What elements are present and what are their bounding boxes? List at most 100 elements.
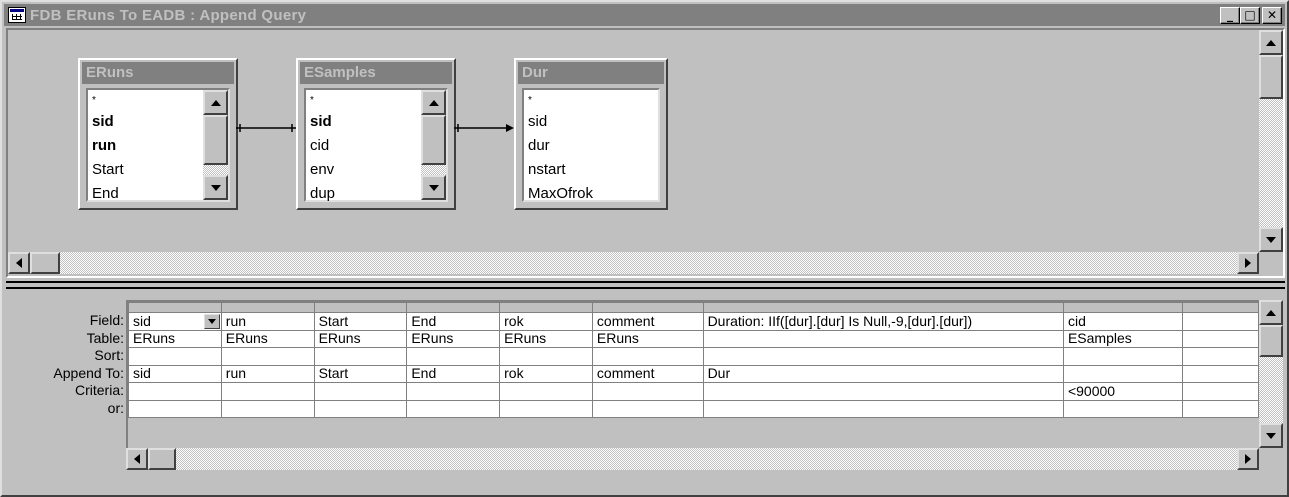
sort-cell[interactable] (1062, 347, 1183, 366)
criteria-cell[interactable] (406, 382, 501, 401)
sort-cell[interactable] (591, 347, 704, 366)
or-cell[interactable] (220, 399, 315, 418)
field-list-eruns[interactable]: ERuns * sid run Start End (78, 58, 238, 210)
append-to-cell[interactable]: rok (499, 364, 593, 383)
append-to-cell[interactable]: comment (591, 364, 704, 383)
field-cell[interactable]: Start (313, 312, 408, 331)
field-item-cid[interactable]: cid (310, 134, 335, 158)
join-line-esamples-dur[interactable] (454, 124, 518, 134)
query-window-icon[interactable] (8, 7, 26, 23)
column-selector[interactable] (591, 302, 704, 313)
field-item-sid[interactable]: sid (528, 110, 593, 134)
or-cell[interactable] (1181, 399, 1259, 418)
field-item-dup[interactable]: dup (310, 182, 335, 206)
field-item-all[interactable]: * (528, 92, 593, 110)
scroll-right-button[interactable] (1237, 448, 1259, 470)
column-selector[interactable] (499, 302, 593, 313)
table-cell[interactable] (1181, 329, 1259, 348)
sort-cell[interactable] (406, 347, 501, 366)
criteria-cell[interactable] (220, 382, 315, 401)
scroll-down-button[interactable] (203, 175, 228, 200)
scroll-up-button[interactable] (421, 90, 446, 115)
design-grid[interactable]: sid run Start End rok comment Duration: … (126, 300, 1259, 448)
scroll-thumb[interactable] (421, 115, 446, 165)
append-to-cell[interactable]: run (220, 364, 315, 383)
vertical-scrollbar[interactable] (421, 90, 446, 200)
field-cell[interactable]: cid (1062, 312, 1183, 331)
join-line-eruns-esamples[interactable] (236, 124, 298, 134)
table-cell[interactable]: ERuns (220, 329, 315, 348)
table-cell[interactable]: ERuns (313, 329, 408, 348)
append-to-cell[interactable] (1062, 364, 1183, 383)
sort-cell[interactable] (128, 347, 222, 366)
field-item-all[interactable]: * (92, 92, 124, 110)
table-pane-horizontal-scrollbar[interactable] (8, 252, 1259, 274)
table-pane-vertical-scrollbar[interactable] (1259, 30, 1283, 252)
scroll-right-button[interactable] (1237, 252, 1259, 274)
scroll-up-button[interactable] (1259, 30, 1283, 55)
field-list-title[interactable]: ESamples (300, 62, 452, 84)
field-cell[interactable]: End (406, 312, 501, 331)
scroll-up-button[interactable] (1259, 300, 1283, 325)
scroll-thumb[interactable] (30, 252, 60, 274)
field-list-title[interactable]: Dur (518, 62, 664, 84)
column-selector[interactable] (220, 302, 315, 313)
vertical-scrollbar[interactable] (203, 90, 228, 200)
scroll-down-button[interactable] (1259, 227, 1283, 252)
append-to-cell[interactable]: sid (128, 364, 222, 383)
field-cell[interactable]: rok (499, 312, 593, 331)
criteria-cell[interactable] (1181, 382, 1259, 401)
sort-cell[interactable] (313, 347, 408, 366)
table-cell[interactable]: ERuns (128, 329, 222, 348)
sort-cell[interactable] (1181, 347, 1259, 366)
or-cell[interactable] (1062, 399, 1183, 418)
field-cell[interactable]: Duration: IIf([dur].[dur] Is Null,-9,[du… (702, 312, 1064, 331)
column-selector[interactable] (128, 302, 222, 313)
field-item-start[interactable]: Start (92, 158, 124, 182)
field-item-all[interactable]: * (310, 92, 335, 110)
table-cell[interactable]: ESamples (1062, 329, 1183, 348)
sort-cell[interactable] (702, 347, 1064, 366)
column-selector[interactable] (313, 302, 408, 313)
append-to-cell[interactable]: Dur (702, 364, 1064, 383)
criteria-cell[interactable] (313, 382, 408, 401)
field-item-env[interactable]: env (310, 158, 335, 182)
column-selector[interactable] (406, 302, 501, 313)
grid-horizontal-scrollbar[interactable] (126, 448, 1259, 470)
or-cell[interactable] (702, 399, 1064, 418)
scroll-left-button[interactable] (126, 448, 148, 470)
field-list-body[interactable]: * sid run Start End (86, 88, 230, 202)
criteria-cell[interactable] (128, 382, 222, 401)
field-list-body[interactable]: * sid dur nstart MaxOfrok (522, 88, 660, 202)
field-item-dur[interactable]: dur (528, 134, 593, 158)
scroll-up-button[interactable] (203, 90, 228, 115)
or-cell[interactable] (313, 399, 408, 418)
or-cell[interactable] (591, 399, 704, 418)
append-to-cell[interactable]: End (406, 364, 501, 383)
criteria-cell[interactable] (702, 382, 1064, 401)
pane-splitter[interactable] (6, 281, 1285, 289)
table-cell[interactable]: ERuns (591, 329, 704, 348)
field-list-dur[interactable]: Dur * sid dur nstart MaxOfrok (514, 58, 668, 210)
field-dropdown-button[interactable] (204, 314, 220, 329)
scroll-down-button[interactable] (1259, 423, 1283, 448)
close-button[interactable]: ✕ (1262, 7, 1282, 24)
scroll-down-button[interactable] (421, 175, 446, 200)
or-cell[interactable] (406, 399, 501, 418)
scroll-thumb[interactable] (148, 448, 176, 470)
scroll-thumb[interactable] (1259, 325, 1283, 357)
title-bar[interactable]: FDB ERuns To EADB : Append Query _ □ ✕ (4, 4, 1285, 26)
field-list-title[interactable]: ERuns (82, 62, 234, 84)
field-item-nstart[interactable]: nstart (528, 158, 593, 182)
field-list-esamples[interactable]: ESamples * sid cid env dup (296, 58, 456, 210)
column-selector[interactable] (1062, 302, 1183, 313)
field-cell[interactable] (1181, 312, 1259, 331)
sort-cell[interactable] (499, 347, 593, 366)
field-cell[interactable]: run (220, 312, 315, 331)
field-item-sid[interactable]: sid (92, 110, 124, 134)
criteria-cell[interactable] (591, 382, 704, 401)
scroll-thumb[interactable] (1259, 55, 1283, 99)
or-cell[interactable] (128, 399, 222, 418)
append-to-cell[interactable] (1181, 364, 1259, 383)
sort-cell[interactable] (220, 347, 315, 366)
